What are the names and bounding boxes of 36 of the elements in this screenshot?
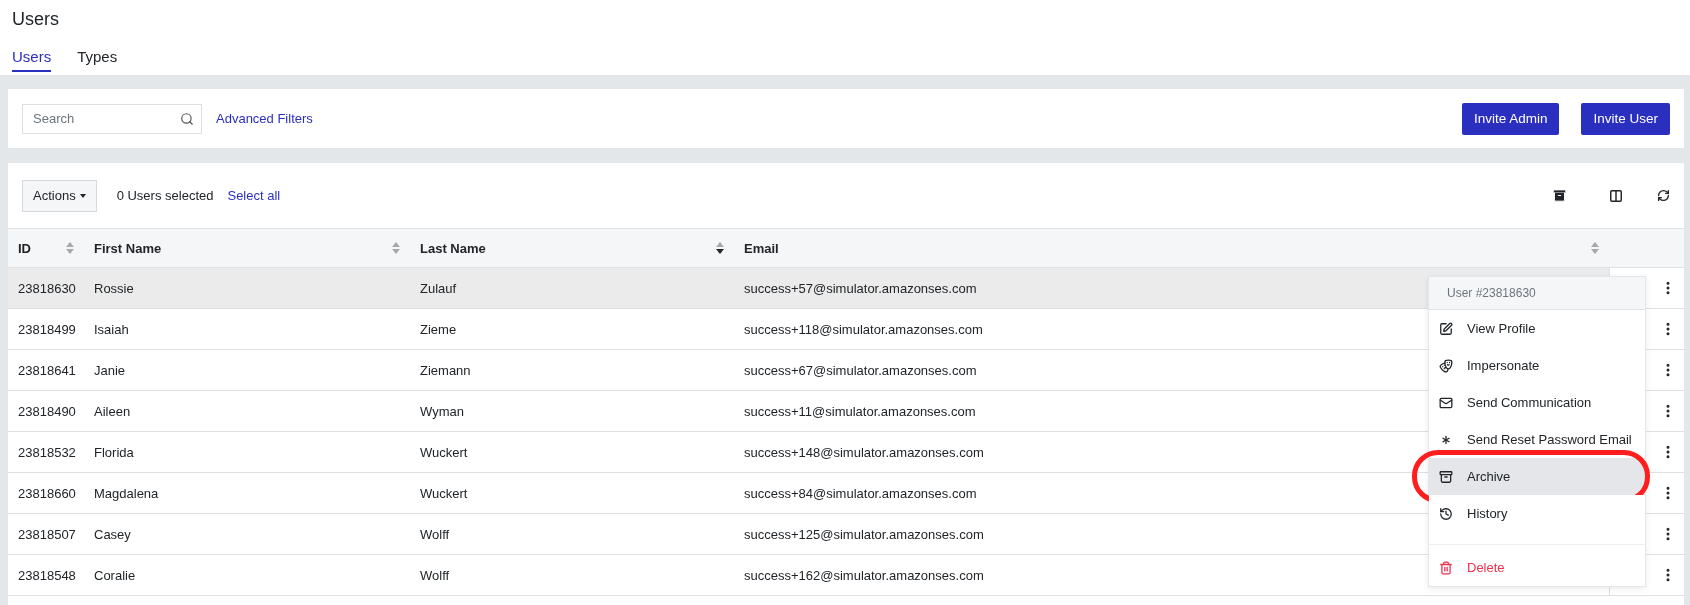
column-header[interactable]: Last Name (410, 228, 734, 268)
archive-box-icon[interactable] (1552, 188, 1567, 203)
envelope-icon (1439, 395, 1453, 410)
trash-icon (1439, 560, 1453, 575)
table-cell: Rossie (84, 268, 410, 309)
menu-item[interactable]: Archive (1429, 458, 1645, 495)
column-header[interactable]: ID (8, 228, 84, 268)
search-field[interactable]: Search (22, 103, 202, 134)
columns-icon[interactable] (1609, 188, 1623, 203)
caret-icon (79, 193, 86, 198)
sort-icon[interactable] (716, 242, 724, 254)
page-title: Users (12, 8, 60, 31)
menu-item[interactable]: Impersonate (1429, 347, 1645, 384)
search-icon (180, 111, 194, 126)
table-cell: Zulauf (410, 268, 734, 309)
menu-item[interactable]: View Profile (1429, 310, 1645, 347)
refresh-icon[interactable] (1657, 189, 1670, 202)
tab[interactable]: Users (12, 48, 52, 72)
actions-dropdown[interactable]: Actions (22, 179, 97, 212)
column-header[interactable]: Email (734, 228, 1609, 268)
select-all-link[interactable]: Select all (227, 188, 281, 203)
menu-item[interactable]: Send Communication (1429, 384, 1645, 421)
edit-icon (1439, 321, 1453, 336)
tab[interactable]: Types (77, 48, 118, 72)
advanced-filters-link[interactable]: Advanced Filters (216, 111, 313, 126)
menu-item[interactable]: Delete (1429, 549, 1645, 586)
selection-count: 0 Users selected (116, 188, 214, 203)
mask-icon (1439, 358, 1453, 373)
menu-header: User #23818630 (1429, 277, 1645, 310)
column-header[interactable]: First Name (84, 228, 410, 268)
table-cell: 23818630 (8, 268, 84, 309)
history-icon (1439, 506, 1453, 521)
archive-box-icon (1439, 469, 1453, 484)
invite-button[interactable]: Invite User (1581, 102, 1670, 135)
menu-item[interactable]: History (1429, 495, 1645, 532)
invite-button[interactable]: Invite Admin (1461, 102, 1560, 135)
